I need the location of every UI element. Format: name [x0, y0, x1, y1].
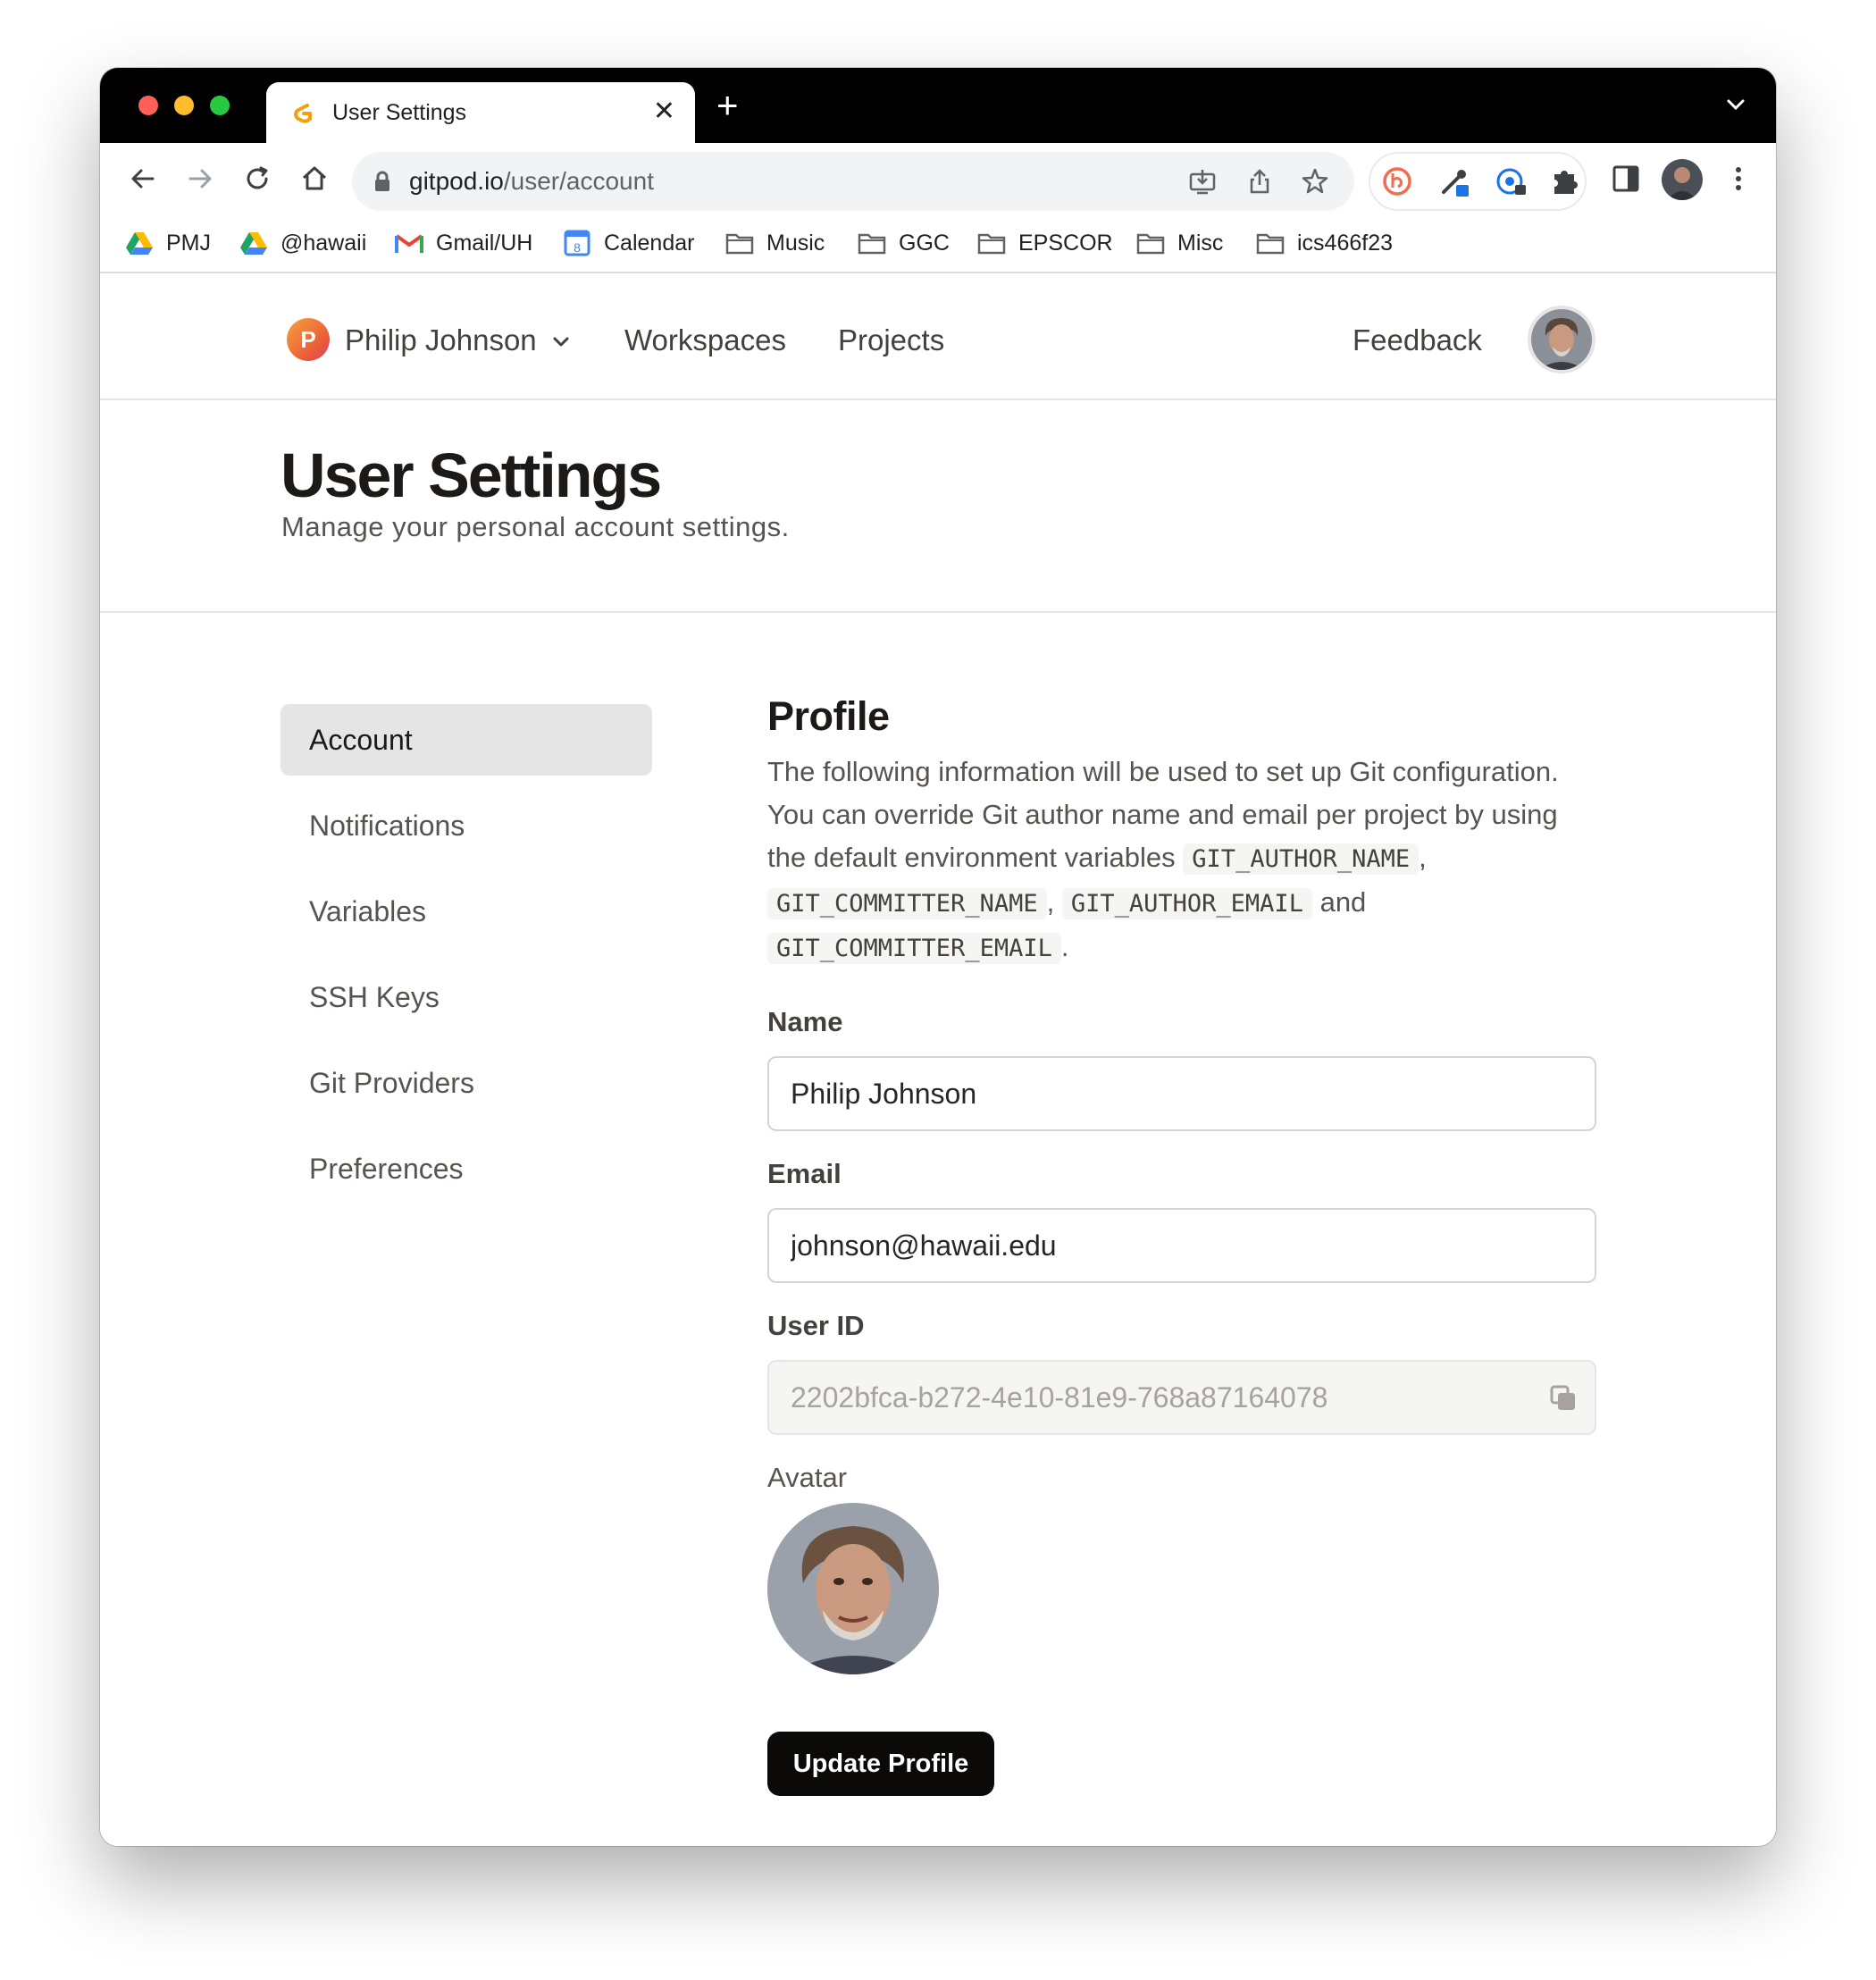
tab-title: User Settings [332, 99, 467, 125]
bookmark-folder-ics466f23[interactable]: ics466f23 [1256, 227, 1393, 259]
reload-icon [247, 166, 268, 189]
env-var-code: GIT_COMMITTER_EMAIL [767, 933, 1061, 964]
extensions-group [1369, 152, 1587, 211]
back-arrow-icon [131, 169, 155, 189]
avatar-label: Avatar [767, 1462, 848, 1493]
env-var-code: GIT_AUTHOR_NAME [1183, 843, 1420, 875]
address-bar[interactable]: gitpod.io/user/account [352, 152, 1354, 211]
settings-sidebar: Account Notifications Variables SSH Keys… [281, 704, 652, 1219]
browser-toolbar: gitpod.io/user/account [100, 143, 1776, 214]
sidebar-item-variables[interactable]: Variables [281, 876, 652, 947]
feedback-link[interactable]: Feedback [1353, 323, 1482, 357]
bookmark-calendar[interactable]: 8 Calendar [563, 227, 694, 259]
name-field[interactable] [767, 1056, 1596, 1131]
folder-icon [977, 233, 1006, 255]
browser-window: User Settings ✕ + gitpod.io/user/account [100, 68, 1776, 1846]
bookmark-gmail-uh[interactable]: Gmail/UH [395, 227, 532, 259]
folder-icon [1136, 233, 1165, 255]
page-header: User Settings Manage your personal accou… [100, 400, 1776, 613]
bookmark-folder-epscor[interactable]: EPSCOR [977, 227, 1113, 259]
bookmark-hawaii[interactable]: @hawaii [239, 227, 366, 259]
sidebar-item-account[interactable]: Account [281, 704, 652, 776]
user-menu-avatar[interactable] [1528, 306, 1595, 373]
folder-icon [725, 233, 754, 255]
browser-menu-icon[interactable] [1722, 163, 1755, 195]
tab-close-icon[interactable]: ✕ [653, 98, 675, 125]
page-title: User Settings [281, 440, 662, 510]
gitpod-page: P Philip Johnson Workspaces Projects Fee… [100, 275, 1776, 1846]
gitpod-logo-icon [294, 104, 312, 123]
bookmark-folder-misc[interactable]: Misc [1136, 227, 1223, 259]
gmail-icon [395, 234, 423, 253]
bookmark-pmj[interactable]: PMJ [125, 227, 211, 259]
user-id-label: User ID [767, 1310, 865, 1341]
profile-section: Profile The following information will b… [767, 693, 1598, 1796]
email-field[interactable] [767, 1208, 1596, 1283]
lock-icon[interactable] [373, 171, 391, 192]
google-drive-icon [126, 232, 153, 255]
env-var-code: GIT_AUTHOR_EMAIL [1061, 888, 1312, 919]
page-subtitle: Manage your personal account settings. [281, 511, 790, 542]
window-close-button[interactable] [138, 96, 158, 115]
profile-avatar-icon[interactable] [1662, 159, 1703, 200]
forward-arrow-icon [188, 169, 212, 189]
tab-strip: User Settings ✕ + [100, 68, 1776, 143]
url-text[interactable]: gitpod.io/user/account [409, 167, 654, 196]
bookmark-folder-ggc[interactable]: GGC [858, 227, 950, 259]
section-title: Profile [767, 693, 890, 739]
chevron-down-icon[interactable] [550, 331, 572, 352]
folder-icon [858, 233, 886, 255]
user-id-field[interactable] [767, 1360, 1596, 1435]
name-label: Name [767, 1006, 843, 1037]
section-description: The following information will be used t… [767, 756, 1559, 964]
sidebar-item-ssh-keys[interactable]: SSH Keys [281, 961, 652, 1033]
reload-button[interactable] [239, 161, 275, 197]
update-profile-button[interactable]: Update Profile [767, 1732, 994, 1796]
profile-photo [1662, 159, 1703, 200]
extensions-puzzle-icon[interactable] [1549, 165, 1581, 197]
side-panel-icon[interactable] [1610, 163, 1642, 195]
home-button[interactable] [297, 161, 332, 197]
home-icon [302, 166, 327, 190]
window-minimize-button[interactable] [174, 96, 194, 115]
org-avatar[interactable]: P [287, 318, 330, 361]
browser-tab[interactable]: User Settings ✕ [266, 82, 695, 143]
env-var-code: GIT_COMMITTER_NAME [767, 888, 1047, 919]
email-label: Email [767, 1158, 842, 1189]
top-navigation: P Philip Johnson Workspaces Projects Fee… [100, 275, 1776, 400]
install-app-icon[interactable] [1188, 167, 1217, 196]
sidebar-item-preferences[interactable]: Preferences [281, 1133, 652, 1204]
bookmarks-bar: PMJ @hawaii Gmail/UH 8 Calendar Music GG… [100, 214, 1776, 273]
copy-icon[interactable] [1548, 1383, 1579, 1414]
sidebar-item-git-providers[interactable]: Git Providers [281, 1047, 652, 1119]
bookmark-star-icon[interactable] [1301, 167, 1329, 196]
back-button[interactable] [125, 161, 161, 197]
folder-icon [1256, 233, 1285, 255]
avatar-photo [767, 1503, 939, 1674]
honey-extension-icon[interactable] [1381, 165, 1413, 197]
window-maximize-button[interactable] [210, 96, 230, 115]
google-drive-icon [240, 232, 267, 255]
calendar-icon: 8 [564, 230, 590, 256]
eyedropper-extension-icon[interactable] [1438, 165, 1470, 197]
nav-link-workspaces[interactable]: Workspaces [624, 323, 786, 357]
sidebar-item-notifications[interactable]: Notifications [281, 790, 652, 861]
tab-search-chevron-icon[interactable] [1722, 91, 1749, 118]
profile-avatar [767, 1503, 939, 1674]
user-photo [1531, 309, 1592, 370]
user-id-wrapper [767, 1342, 1598, 1435]
share-icon[interactable] [1245, 167, 1274, 196]
password-manager-extension-icon[interactable] [1495, 165, 1528, 197]
bookmark-folder-music[interactable]: Music [725, 227, 825, 259]
new-tab-button[interactable]: + [716, 87, 739, 124]
nav-link-projects[interactable]: Projects [838, 323, 944, 357]
forward-button[interactable] [182, 161, 218, 197]
org-switcher[interactable]: Philip Johnson [345, 323, 537, 357]
svg-text:8: 8 [574, 240, 581, 255]
